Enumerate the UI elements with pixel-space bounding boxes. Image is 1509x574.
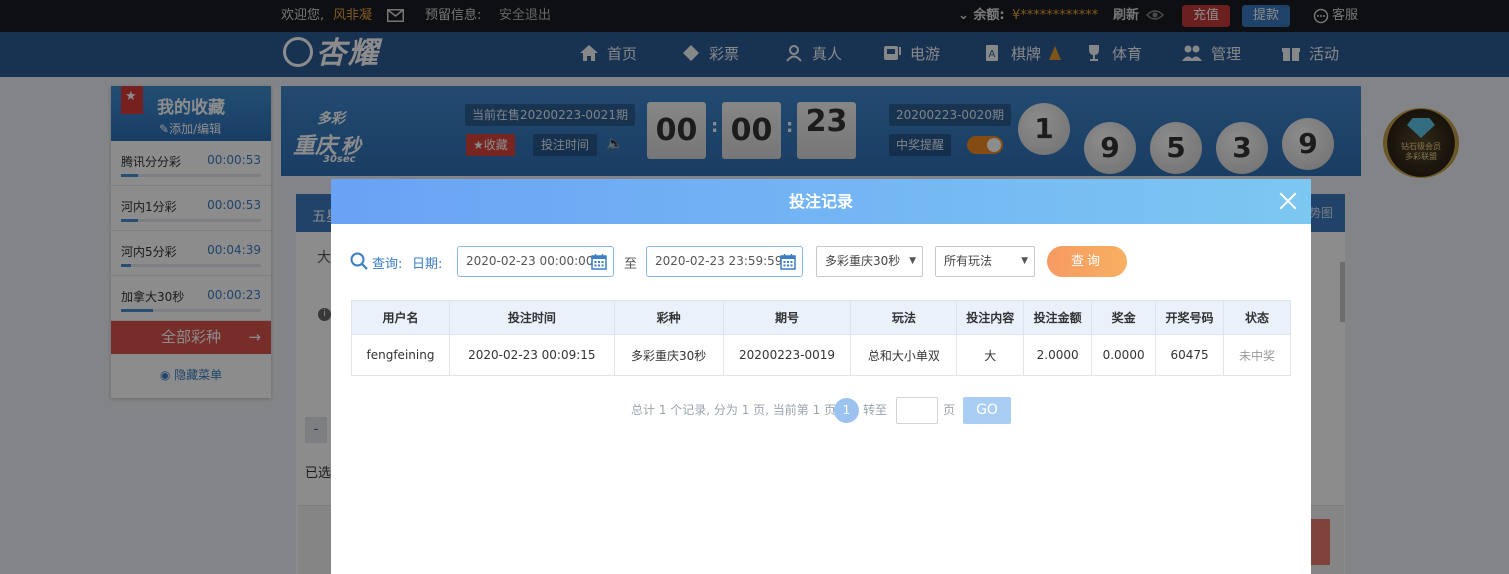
page-label: 页 — [943, 403, 956, 417]
page-jump-input[interactable] — [896, 397, 938, 424]
calendar-icon — [591, 254, 607, 270]
query-label: 查询: — [372, 257, 403, 272]
go-button[interactable]: GO — [963, 397, 1011, 424]
cell-bet-time: 2020-02-23 00:09:15 — [448, 334, 615, 376]
modal-title: 投注记录 — [788, 192, 853, 211]
modal-header: 投注记录 — [331, 179, 1311, 224]
play-type-select[interactable]: 所有玩法 ▼ — [935, 246, 1035, 277]
search-button[interactable]: 查询 — [1047, 246, 1127, 277]
play-type-select-value: 所有玩法 — [944, 254, 993, 268]
cell-draw-number: 60475 — [1155, 334, 1225, 376]
cell-play: 总和大小单双 — [850, 334, 958, 376]
lottery-select-value: 多彩重庆30秒 — [825, 254, 901, 268]
calendar-icon — [780, 254, 796, 270]
column-header: 投注金额 — [1023, 300, 1093, 335]
cell-issue: 20200223-0019 — [722, 334, 852, 376]
search-icon — [350, 252, 368, 270]
date-to-separator: 至 — [624, 257, 638, 272]
goto-label: 转至 — [863, 403, 888, 417]
column-header: 用户名 — [351, 300, 450, 335]
table-row[interactable]: fengfeining 2020-02-23 00:09:15 多彩重庆30秒 … — [351, 334, 1291, 376]
date-to-input[interactable]: 2020-02-23 23:59:59 — [646, 246, 803, 277]
dropdown-caret-icon: ▼ — [909, 256, 916, 266]
cell-status: 未中奖 — [1223, 334, 1291, 376]
column-header: 投注时间 — [448, 300, 615, 335]
bet-record-table: 用户名 投注时间 彩种 期号 玩法 投注内容 投注金额 奖金 开奖号码 状态 f… — [351, 300, 1291, 376]
column-header: 开奖号码 — [1155, 300, 1225, 335]
date-label: 日期: — [412, 257, 443, 272]
column-header: 玩法 — [850, 300, 958, 335]
column-header: 期号 — [722, 300, 852, 335]
date-to-value: 2020-02-23 23:59:59 — [655, 254, 783, 268]
cell-amount: 2.0000 — [1023, 334, 1093, 376]
dropdown-caret-icon: ▼ — [1021, 256, 1028, 266]
column-header: 彩种 — [613, 300, 724, 335]
date-from-input[interactable]: 2020-02-23 00:00:00 — [457, 246, 614, 277]
table-header-row: 用户名 投注时间 彩种 期号 玩法 投注内容 投注金额 奖金 开奖号码 状态 — [351, 300, 1291, 335]
cell-username: fengfeining — [351, 334, 450, 376]
bet-record-modal: 投注记录 查询: 日期: 2020-02-23 00:00:00 至 2020-… — [331, 179, 1311, 574]
close-icon[interactable] — [1278, 191, 1298, 211]
column-header: 状态 — [1223, 300, 1291, 335]
lottery-select[interactable]: 多彩重庆30秒 ▼ — [816, 246, 923, 277]
cell-bet-content: 大 — [956, 334, 1025, 376]
column-header: 奖金 — [1091, 300, 1157, 335]
column-header: 投注内容 — [956, 300, 1025, 335]
cell-prize: 0.0000 — [1091, 334, 1157, 376]
date-from-value: 2020-02-23 00:00:00 — [466, 254, 594, 268]
pagination-summary: 总计 1 个记录, 分为 1 页, 当前第 1 页 — [631, 403, 837, 417]
cell-lottery: 多彩重庆30秒 — [613, 334, 724, 376]
page-number-current[interactable]: 1 — [834, 398, 859, 423]
